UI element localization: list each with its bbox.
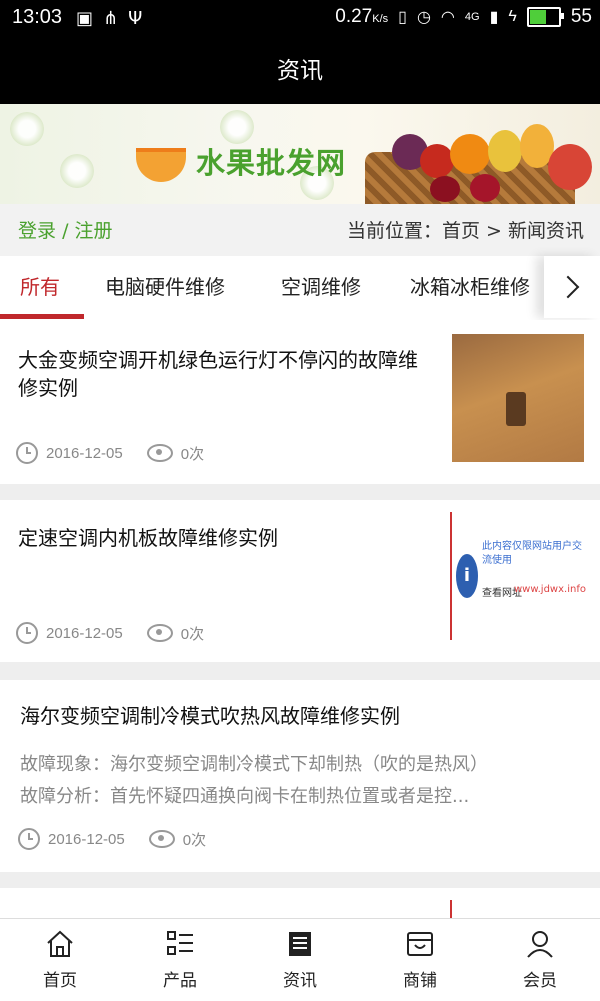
- user-icon: [527, 931, 553, 958]
- tab-fridge-freezer[interactable]: 冰箱冰柜维修: [410, 256, 530, 318]
- eye-icon: [146, 624, 173, 642]
- apple-image: [420, 144, 454, 178]
- nav-products[interactable]: 产品: [120, 919, 240, 1001]
- page-title: 资讯: [0, 38, 600, 104]
- wifi-icon: ◠: [440, 9, 455, 26]
- divider: [0, 662, 600, 680]
- article-thumbnail: i 此内容仅限网站用户交流使用 查看网址 www.jdwx.info: [450, 512, 586, 640]
- tab-all[interactable]: 所有: [20, 256, 60, 318]
- nav-label: 首页: [43, 971, 77, 991]
- pear-image: [488, 130, 522, 172]
- article-date: 2016-12-05: [46, 624, 123, 642]
- divider: /: [62, 220, 69, 242]
- logo-icon: [136, 148, 186, 182]
- login-link[interactable]: 登录: [18, 220, 56, 242]
- nav-shops[interactable]: 商铺: [360, 919, 480, 1001]
- alarm-icon: ◷: [416, 9, 431, 26]
- nav-label: 产品: [163, 971, 197, 991]
- logo-text: 水果批发网: [196, 146, 347, 180]
- nav-label: 资讯: [283, 971, 317, 991]
- article-views: 0次: [180, 625, 205, 643]
- clock-icon: [18, 828, 40, 850]
- location-bar: 登录 / 注册 当前位置：首页 > 新闻资讯: [0, 204, 600, 256]
- article-item[interactable]: 海尔变频空调制冷模式吹热风故障维修实例 故障现象：海尔变频空调制冷模式下却制热（…: [0, 680, 600, 872]
- cherry-image: [470, 174, 500, 202]
- status-bar: 13:03 ▣ ⋔ Ψ 0.27K/s ▯ ◷ ◠ 4G ▮ ϟ 55: [0, 0, 600, 38]
- vibrate-icon: ▯: [398, 9, 407, 26]
- status-icons-left: ▣ ⋔ Ψ: [76, 8, 142, 29]
- home-icon: [47, 930, 73, 957]
- nav-label: 商铺: [403, 971, 437, 991]
- eye-icon: [146, 444, 173, 462]
- nav-home[interactable]: 首页: [0, 919, 120, 1001]
- flower-decoration: [60, 154, 94, 188]
- active-tab-indicator: [0, 314, 84, 319]
- orange-image: [450, 134, 490, 174]
- signal-icon: ▮: [489, 9, 499, 26]
- capacitor-image: [506, 392, 526, 426]
- bottom-nav: 首页 产品 资讯 商铺 会员: [0, 918, 600, 1001]
- cherry-image: [430, 176, 460, 202]
- clock-icon: [16, 442, 38, 464]
- article-summary-line: 故障现象：海尔变频空调制冷模式下却制热（吹的是热风）: [20, 754, 488, 775]
- image-icon: ▣: [76, 8, 94, 29]
- status-time: 13:03: [12, 6, 63, 28]
- article-title: 海尔变频空调制冷模式吹热风故障维修实例: [20, 704, 400, 728]
- news-icon: [289, 932, 311, 956]
- share-icon: ⋔: [103, 8, 119, 29]
- article-title: 定速空调内机板故障维修实例: [18, 526, 278, 550]
- article-item[interactable]: 定速空调内机板故障维修实例 2016-12-05 0次 i 此内容仅限网站用户交…: [0, 500, 600, 662]
- flower-decoration: [10, 112, 44, 146]
- divider: [0, 872, 600, 888]
- battery-icon: [526, 7, 564, 27]
- list-icon: [167, 931, 193, 955]
- login-register: 登录 / 注册: [18, 216, 113, 243]
- article-meta: 2016-12-05 0次: [18, 828, 206, 850]
- article-views: 0次: [180, 445, 205, 463]
- article-meta: 2016-12-05 0次: [16, 622, 204, 644]
- breadcrumb: 当前位置：首页 > 新闻资讯: [347, 220, 584, 242]
- eye-icon: [148, 830, 175, 848]
- charging-icon: ϟ: [508, 8, 517, 25]
- article-date: 2016-12-05: [46, 444, 123, 462]
- shop-icon: [407, 932, 433, 956]
- category-tabs: 所有 电脑硬件维修 空调维修 冰箱冰柜维修: [0, 256, 600, 321]
- nav-label: 会员: [523, 971, 557, 991]
- info-icon: i: [456, 554, 478, 598]
- article-thumbnail: [450, 900, 584, 918]
- chevron-right-icon[interactable]: [544, 256, 600, 318]
- banner[interactable]: 水果批发网: [0, 104, 600, 204]
- network-speed: 0.27K/s: [335, 6, 389, 27]
- watermelon-image: [548, 144, 592, 190]
- nav-member[interactable]: 会员: [480, 919, 600, 1001]
- article-thumbnail: [452, 334, 584, 462]
- thumb-url: www.jdwx.info: [514, 584, 586, 595]
- battery-level: 55: [570, 6, 592, 27]
- status-icons-right: 0.27K/s ▯ ◷ ◠ 4G ▮ ϟ 55: [335, 6, 592, 28]
- article-date: 2016-12-05: [48, 830, 125, 848]
- tab-computer-hardware[interactable]: 电脑硬件维修: [105, 256, 225, 318]
- usb-icon: Ψ: [128, 8, 143, 29]
- divider: [0, 484, 600, 500]
- article-item[interactable]: [0, 888, 600, 918]
- article-meta: 2016-12-05 0次: [16, 442, 204, 464]
- tab-air-conditioner[interactable]: 空调维修: [281, 256, 361, 318]
- register-link[interactable]: 注册: [75, 220, 113, 242]
- nav-news[interactable]: 资讯: [240, 919, 360, 1001]
- clock-icon: [16, 622, 38, 644]
- article-title: 大金变频空调开机绿色运行灯不停闪的故障维修实例: [18, 348, 418, 400]
- article-item[interactable]: 大金变频空调开机绿色运行灯不停闪的故障维修实例 2016-12-05 0次: [0, 320, 600, 484]
- article-views: 0次: [182, 831, 207, 849]
- network-type: 4G: [464, 11, 480, 23]
- thumb-watermark: 此内容仅限网站用户交流使用: [482, 541, 582, 566]
- flower-decoration: [220, 110, 254, 144]
- article-summary-line: 故障分析：首先怀疑四通换向阀卡在制热位置或者是控...: [20, 786, 470, 807]
